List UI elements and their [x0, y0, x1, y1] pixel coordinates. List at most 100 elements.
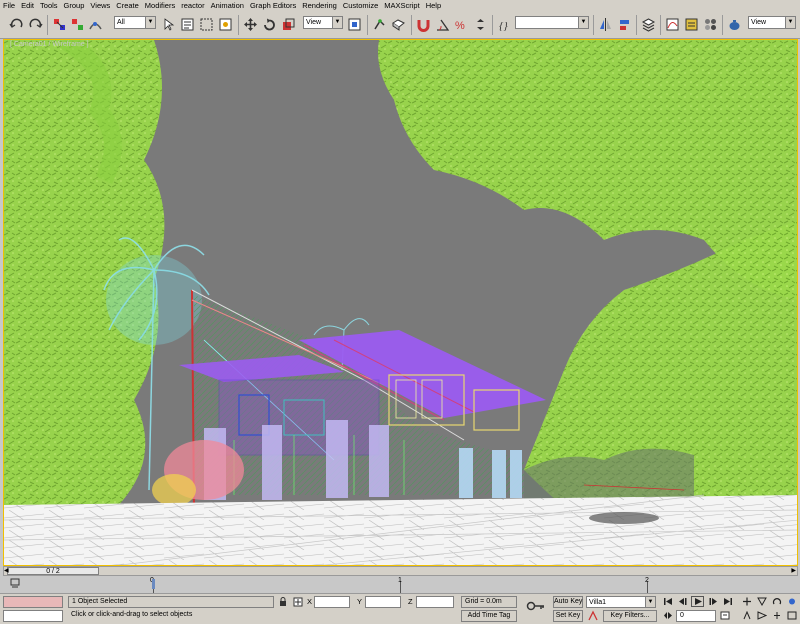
menu-maxscript[interactable]: MAXScript: [381, 0, 422, 12]
menu-help[interactable]: Help: [423, 0, 444, 12]
x-coordinate-field[interactable]: [314, 596, 350, 608]
previous-frame-icon: [678, 598, 686, 605]
select-and-manipulate-button[interactable]: [371, 16, 388, 33]
maxscript-input-mini[interactable]: [3, 610, 63, 622]
angle-snap-button[interactable]: [434, 16, 451, 33]
undo-button[interactable]: [8, 16, 25, 33]
camera-viewport[interactable]: [ Camera01 / Wireframe ]: [3, 39, 798, 566]
percent-snap-icon: %: [455, 20, 465, 32]
pan-view-button[interactable]: [740, 596, 753, 607]
x-label: X: [307, 597, 313, 606]
unlink-button[interactable]: [69, 16, 86, 33]
maxscript-listener-mini[interactable]: [3, 596, 63, 608]
keyboard-shortcut-override-button[interactable]: [390, 16, 407, 33]
viewport-scene: [4, 40, 797, 565]
select-and-move-button[interactable]: [242, 16, 259, 33]
mirror-button[interactable]: [597, 16, 614, 33]
select-and-scale-button[interactable]: [280, 16, 297, 33]
menu-modifiers[interactable]: Modifiers: [142, 0, 178, 12]
next-frame-button[interactable]: [706, 596, 719, 607]
truck-button[interactable]: [770, 610, 783, 621]
select-and-link-button[interactable]: [51, 16, 68, 33]
menu-group[interactable]: Group: [61, 0, 88, 12]
menu-animation[interactable]: Animation: [208, 0, 247, 12]
unlink-icon: [72, 19, 83, 30]
menu-tools[interactable]: Tools: [37, 0, 61, 12]
align-button[interactable]: [616, 16, 633, 33]
bind-space-warp-button[interactable]: [87, 16, 104, 33]
menu-reactor[interactable]: reactor: [178, 0, 207, 12]
schematic-view-button[interactable]: [683, 16, 700, 33]
roll-icon: [757, 611, 767, 620]
key-mode-toggle-button[interactable]: [661, 610, 674, 621]
time-configuration-button[interactable]: [718, 610, 731, 621]
edit-named-selections-button[interactable]: {}: [496, 16, 513, 33]
redo-button[interactable]: [27, 16, 44, 33]
curve-editor-button[interactable]: [664, 16, 681, 33]
play-button[interactable]: [691, 596, 704, 607]
y-coordinate-field[interactable]: [365, 596, 401, 608]
percent-snap-button[interactable]: %: [453, 16, 470, 33]
snaps-toggle-button[interactable]: [415, 16, 432, 33]
time-slider-thumb[interactable]: 0 / 2: [7, 567, 99, 575]
track-bar[interactable]: 0 1 2: [0, 577, 800, 594]
select-and-rotate-button[interactable]: [261, 16, 278, 33]
menu-edit[interactable]: Edit: [18, 0, 37, 12]
curve-editor-icon: [666, 18, 679, 31]
ground-plane: [4, 495, 797, 565]
previous-frame-button[interactable]: [676, 596, 689, 607]
orbit-button[interactable]: [770, 596, 783, 607]
menu-customize[interactable]: Customize: [340, 0, 381, 12]
render-view-dropdown[interactable]: View ▼: [748, 16, 796, 29]
key-icon[interactable]: [526, 600, 546, 614]
set-key-icon[interactable]: [587, 610, 599, 624]
layers-icon: [641, 18, 656, 32]
menu-rendering[interactable]: Rendering: [299, 0, 340, 12]
auto-key-button[interactable]: Auto Key: [553, 596, 583, 608]
go-to-end-button[interactable]: [721, 596, 734, 607]
menu-graph-editors[interactable]: Graph Editors: [247, 0, 299, 12]
add-time-tag-button[interactable]: Add Time Tag: [461, 610, 517, 622]
maximize-viewport-button[interactable]: [785, 610, 798, 621]
z-coordinate-field[interactable]: [416, 596, 454, 608]
track-bar-icon[interactable]: [10, 578, 20, 590]
align-icon: [620, 20, 629, 30]
layer-manager-button[interactable]: [640, 16, 657, 33]
render-scene-button[interactable]: [726, 16, 743, 33]
roll-button[interactable]: [755, 610, 768, 621]
key-filters-button[interactable]: Key Filters...: [603, 610, 657, 622]
lock-icon[interactable]: [278, 597, 288, 609]
viewport-label[interactable]: [ Camera01 / Wireframe ]: [10, 41, 89, 48]
pivot-center-icon: [348, 18, 361, 31]
spinner-snap-button[interactable]: [472, 16, 489, 33]
selection-filter-dropdown[interactable]: All ▼: [114, 16, 156, 29]
reference-coordinate-dropdown[interactable]: View ▼: [303, 16, 343, 29]
chevron-right-icon[interactable]: ▶: [791, 567, 796, 574]
chevron-left-icon[interactable]: ◀: [4, 567, 9, 574]
current-frame-field[interactable]: 0: [676, 610, 716, 622]
window-crossing-button[interactable]: [217, 16, 234, 33]
select-object-button[interactable]: [160, 16, 177, 33]
menu-views[interactable]: Views: [87, 0, 113, 12]
field-of-view-button[interactable]: [755, 596, 768, 607]
dolly-button[interactable]: [785, 596, 798, 607]
truck-icon: [773, 612, 780, 619]
link-icon: [54, 19, 65, 30]
menu-file[interactable]: File: [0, 0, 18, 12]
walk-through-button[interactable]: [740, 610, 753, 621]
schematic-icon: [685, 18, 698, 31]
key-set-dropdown[interactable]: Villa1 ▼: [586, 596, 656, 608]
go-to-start-button[interactable]: [661, 596, 674, 607]
time-config-icon: [720, 611, 729, 620]
time-slider[interactable]: 0 / 2 ◀ ▶: [3, 566, 798, 576]
region-select-button[interactable]: [198, 16, 215, 33]
material-editor-button[interactable]: [702, 16, 719, 33]
set-key-button[interactable]: Set Key: [553, 610, 583, 622]
menu-bar: File Edit Tools Group Views Create Modif…: [0, 0, 800, 12]
named-selection-sets-dropdown[interactable]: ▼: [515, 16, 589, 29]
select-by-name-button[interactable]: [179, 16, 196, 33]
menu-create[interactable]: Create: [113, 0, 142, 12]
next-frame-icon: [709, 598, 717, 605]
absolute-mode-icon[interactable]: [293, 597, 303, 609]
use-pivot-center-button[interactable]: [346, 16, 363, 33]
